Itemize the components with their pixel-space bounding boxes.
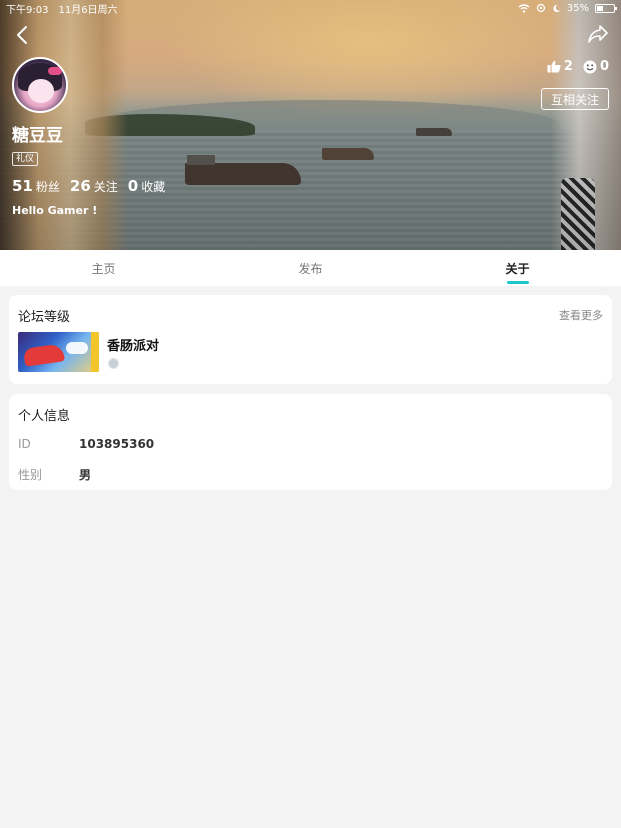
info-key: ID xyxy=(18,437,31,451)
active-tab-indicator xyxy=(506,281,529,284)
wifi-icon xyxy=(518,3,530,13)
info-key: 性别 xyxy=(18,468,43,482)
smiles-stat[interactable]: 0 xyxy=(583,59,609,74)
share-button[interactable] xyxy=(586,23,612,47)
likes-stat[interactable]: 2 xyxy=(547,59,573,74)
reaction-stats: 2 0 xyxy=(547,59,609,74)
avatar[interactable] xyxy=(12,57,68,113)
back-button[interactable] xyxy=(10,22,36,48)
mutual-follow-button[interactable]: 互相关注 xyxy=(541,88,609,110)
moon-icon xyxy=(553,4,560,12)
likes-count: 2 xyxy=(563,59,573,74)
following-count[interactable]: 26 关注 xyxy=(70,176,118,195)
tab-about[interactable]: 关于 xyxy=(414,250,621,286)
forum-level-title: 论坛等级 xyxy=(18,310,71,325)
info-row-gender: 性别 男 xyxy=(18,466,91,483)
forum-level-card: 论坛等级 查看更多 香肠派对 xyxy=(9,295,612,384)
game-name[interactable]: 香肠派对 xyxy=(107,335,159,354)
fans-count[interactable]: 51 粉丝 xyxy=(12,176,60,195)
status-time: 下午9:03 xyxy=(6,4,49,16)
smile-icon xyxy=(583,60,597,73)
info-value: 男 xyxy=(79,468,92,482)
see-more-link[interactable]: 查看更多 xyxy=(559,307,603,323)
info-row-id: ID 103895360 xyxy=(18,437,154,451)
user-tag: 礼仪 xyxy=(12,152,39,166)
tab-home[interactable]: 主页 xyxy=(0,250,207,286)
location-icon xyxy=(536,3,545,13)
info-value: 103895360 xyxy=(79,437,155,451)
profile-tabs: 主页 发布 关于 xyxy=(0,250,621,286)
follow-counts: 51 粉丝 26 关注 0 收藏 xyxy=(12,176,165,195)
back-chevron-icon xyxy=(17,26,27,44)
personal-info-card: 个人信息 ID 103895360 性别 男 xyxy=(9,394,612,490)
avatar-bow xyxy=(48,67,62,75)
tab-posts[interactable]: 发布 xyxy=(207,250,414,286)
game-thumbnail[interactable] xyxy=(18,332,99,372)
favorites-count[interactable]: 0 收藏 xyxy=(128,176,165,195)
user-bio: Hello Gamer ! xyxy=(12,204,98,217)
thumbs-up-icon xyxy=(547,60,561,73)
personal-info-title: 个人信息 xyxy=(18,409,71,424)
status-date: 11月6日周六 xyxy=(58,4,118,16)
share-icon xyxy=(588,25,608,43)
battery-percent: 35% xyxy=(566,2,589,14)
smiles-count: 0 xyxy=(599,59,609,74)
status-bar: 下午9:03 11月6日周六 35% xyxy=(0,0,621,16)
username: 糖豆豆 xyxy=(12,126,63,146)
level-badge-icon xyxy=(108,358,119,369)
avatar-face xyxy=(28,79,54,103)
battery-icon xyxy=(595,3,617,13)
